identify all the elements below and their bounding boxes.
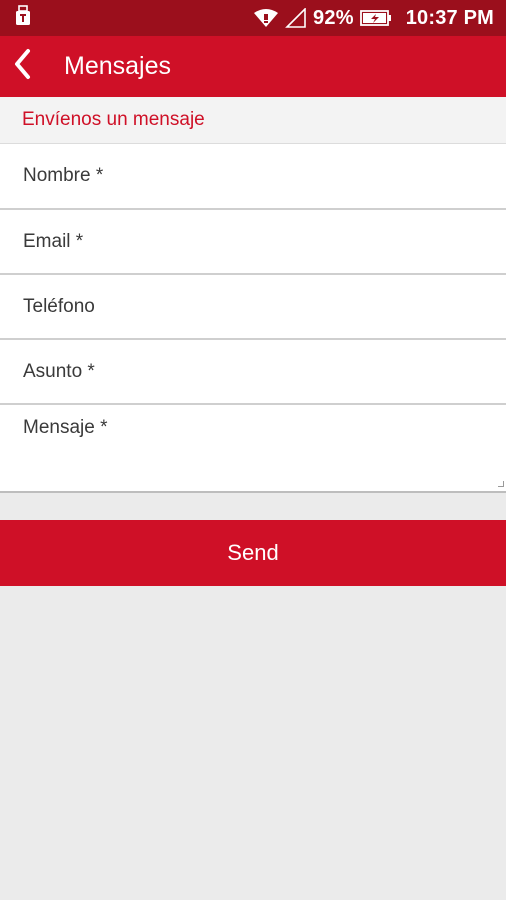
status-right: 92% 10:37 PM — [253, 7, 494, 30]
battery-charging-icon — [359, 10, 392, 26]
signal-icon — [285, 8, 307, 28]
email-field[interactable] — [23, 230, 483, 253]
name-field[interactable] — [23, 165, 483, 187]
message-form — [0, 143, 506, 493]
usb-icon — [14, 4, 32, 32]
wifi-icon — [253, 8, 279, 28]
status-left — [14, 4, 32, 32]
clock: 10:37 PM — [405, 6, 494, 29]
status-bar: 92% 10:37 PM — [0, 0, 506, 36]
section-title: Envíenos un mensaje — [0, 97, 506, 143]
battery-percent: 92% — [313, 6, 354, 29]
name-field-row — [0, 143, 506, 208]
subject-field-row — [0, 338, 506, 403]
subject-field[interactable] — [23, 360, 483, 383]
resize-handle-icon[interactable] — [498, 481, 504, 487]
message-field-row — [0, 403, 506, 493]
message-field[interactable] — [23, 417, 483, 477]
back-button[interactable] — [0, 36, 46, 97]
email-field-row — [0, 208, 506, 273]
send-button[interactable]: Send — [0, 520, 506, 586]
phone-field-row — [0, 273, 506, 338]
app-bar: Mensajes — [0, 36, 506, 97]
chevron-left-icon — [13, 48, 33, 85]
page-title: Mensajes — [64, 52, 171, 80]
phone-field[interactable] — [23, 295, 483, 318]
